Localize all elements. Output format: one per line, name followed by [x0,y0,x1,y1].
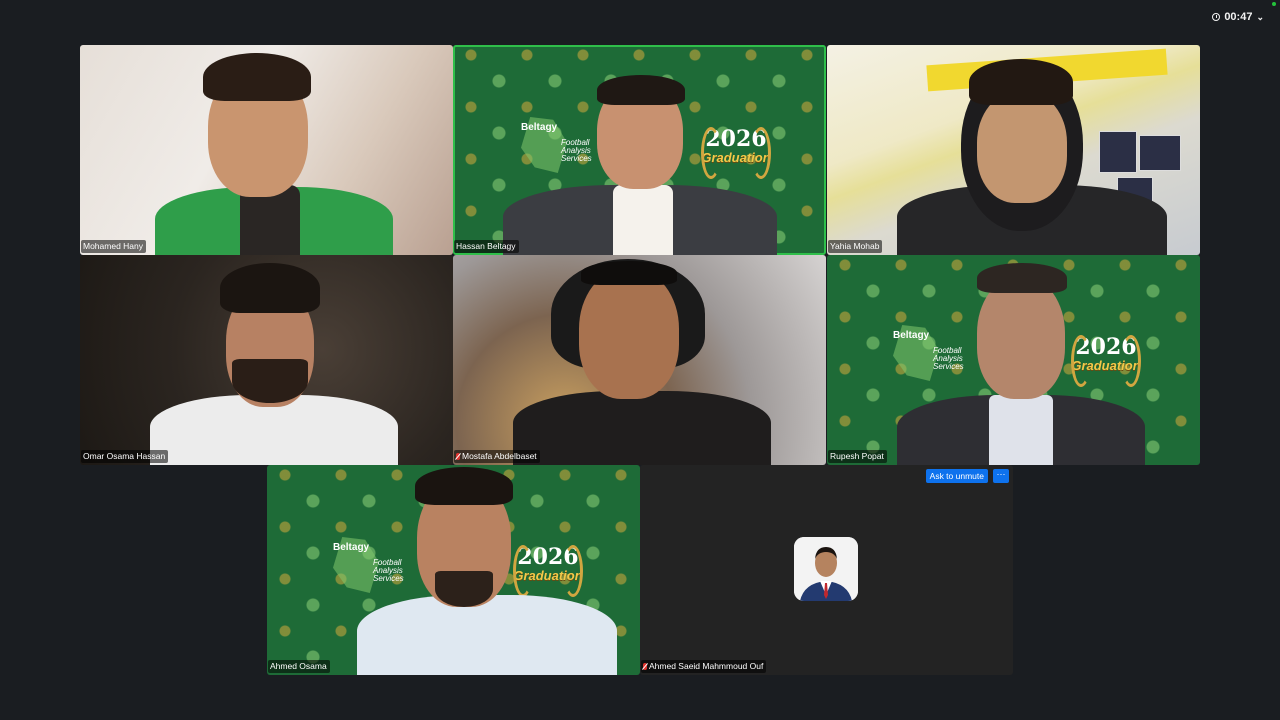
participant-name-tag: Ahmed Saeid Mahmmoud Ouf [641,660,767,673]
participant-video [453,45,826,255]
participant-name: Mostafa Abdelbaset [462,451,537,461]
participant-video [827,45,1200,255]
avatar [794,537,858,601]
participant-name-tag: Rupesh Popat [828,450,887,463]
muted-microphone-icon [456,453,460,460]
participant-video [267,465,640,675]
participant-name: Ahmed Osama [270,661,327,671]
video-tile-mohamed-hany[interactable]: Mohamed Hany [80,45,453,255]
participant-name-tag: Ahmed Osama [268,660,330,673]
participant-name: Ahmed Saeid Mahmmoud Ouf [649,661,764,671]
participant-name-tag: Mostafa Abdelbaset [454,450,540,463]
participant-video [827,255,1200,465]
participant-video [453,255,826,465]
participant-name: Mohamed Hany [83,241,144,251]
muted-microphone-icon [643,663,647,670]
video-tile-ahmed-saeid-mahmmoud-ouf[interactable]: Ask to unmute ··· Ahmed Saeid Mahmmoud O… [640,465,1013,675]
participant-video [80,45,453,255]
participant-name-tag: Hassan Beltagy [454,240,519,253]
participant-name-tag: Mohamed Hany [81,240,147,253]
clock-icon [1212,13,1221,21]
video-tile-hassan-beltagy[interactable]: Beltagy Football Analysis Services 2026 … [453,45,826,255]
connection-status-dot [1272,2,1276,6]
profile-photo [794,537,858,601]
participant-name: Omar Osama Hassan [83,451,166,461]
video-tile-omar-osama-hassan[interactable]: Omar Osama Hassan [80,255,453,465]
video-tile-mostafa-abdelbaset[interactable]: Mostafa Abdelbaset [453,255,826,465]
video-tile-ahmed-osama[interactable]: Beltagy Football Analysis Services 2026 … [267,465,640,675]
more-options-button[interactable]: ··· [993,469,1009,483]
ask-to-unmute-button[interactable]: Ask to unmute [925,469,988,483]
video-tile-yahia-mohab[interactable]: Yahia Mohab [827,45,1200,255]
video-tile-rupesh-popat[interactable]: Beltagy Football Analysis Services 2026 … [827,255,1200,465]
participant-name: Rupesh Popat [830,451,884,461]
participant-name: Yahia Mohab [830,241,880,251]
participant-name-tag: Omar Osama Hassan [81,450,169,463]
meeting-timer[interactable]: 00:47 ⌄ [1206,9,1270,25]
participant-name-tag: Yahia Mohab [828,240,883,253]
participant-video [80,255,453,465]
participant-name: Hassan Beltagy [456,241,516,251]
zoom-gallery-view: 00:47 ⌄ Mohamed Hany Beltagy Football An… [0,0,1280,720]
chevron-down-icon: ⌄ [1256,11,1264,22]
timer-text: 00:47 [1224,11,1253,23]
